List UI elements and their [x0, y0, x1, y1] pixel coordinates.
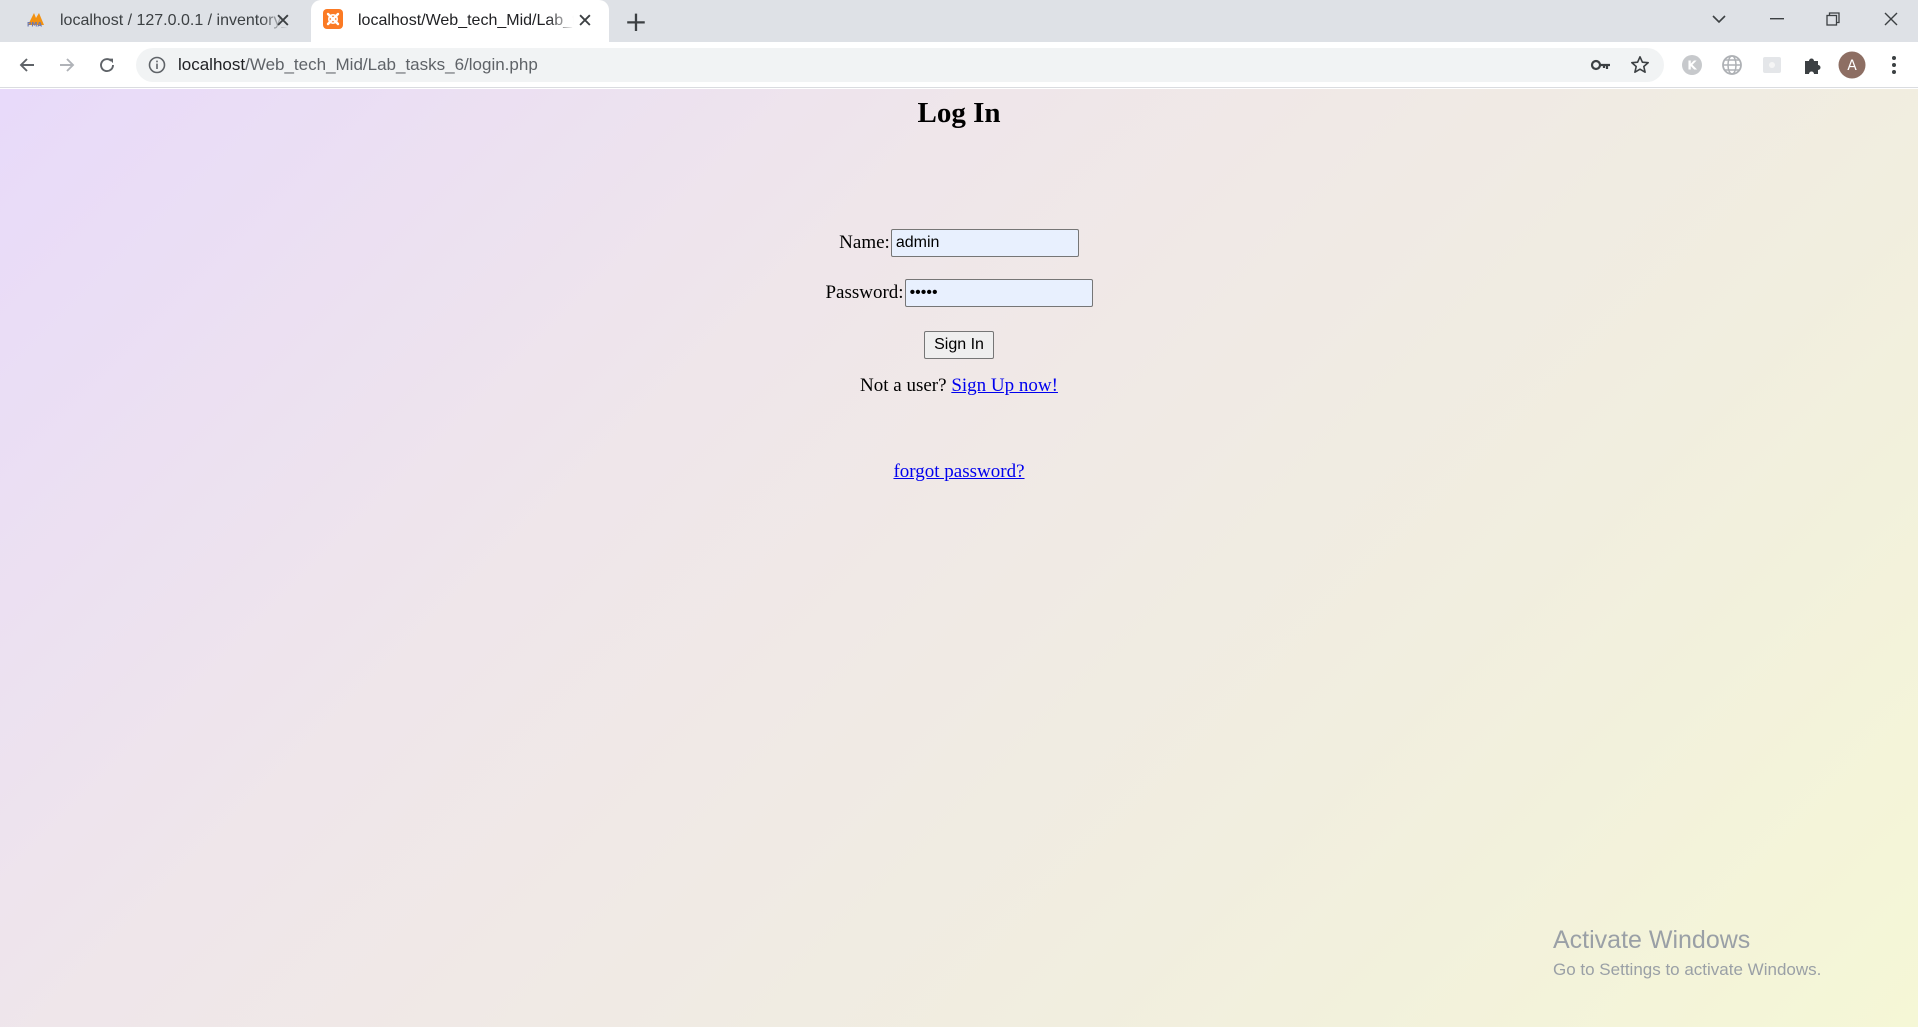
- password-input[interactable]: [904, 279, 1093, 307]
- name-input[interactable]: [890, 229, 1079, 257]
- reload-button[interactable]: [91, 49, 123, 81]
- forgot-password-link[interactable]: forgot password?: [893, 461, 1024, 483]
- phpmyadmin-icon: PMA: [26, 11, 46, 32]
- browser-window: PMA localhost / 127.0.0.1 / inventory_i …: [0, 0, 1918, 1027]
- activate-windows-watermark: Activate Windows Go to Settings to activ…: [1553, 926, 1821, 980]
- address-bar[interactable]: localhost/Web_tech_Mid/Lab_tasks_6/login…: [136, 48, 1664, 82]
- page-viewport: Log In Name: Password: Sign In Not a use…: [0, 89, 1918, 1027]
- close-window-button[interactable]: [1866, 0, 1916, 38]
- url-text[interactable]: localhost/Web_tech_Mid/Lab_tasks_6/login…: [178, 48, 538, 82]
- close-tab-icon[interactable]: ✕: [575, 11, 595, 31]
- chrome-menu-icon[interactable]: [1880, 51, 1908, 79]
- tab-title: localhost / 127.0.0.1 / inventory_i: [60, 12, 288, 29]
- name-label: Name:: [839, 232, 890, 253]
- signin-row: Sign In: [0, 331, 1918, 359]
- password-label: Password:: [825, 282, 904, 303]
- tab-search-chevron-icon[interactable]: [1694, 0, 1744, 38]
- tab-phpmyadmin[interactable]: PMA localhost / 127.0.0.1 / inventory_i …: [0, 0, 307, 42]
- info-icon[interactable]: [148, 56, 166, 78]
- extension-k-icon[interactable]: K: [1678, 51, 1706, 79]
- name-row: Name:: [0, 229, 1918, 257]
- page-title: Log In: [917, 97, 1001, 129]
- signup-prompt: Not a user?: [860, 375, 947, 396]
- minimize-button[interactable]: [1752, 0, 1802, 38]
- globe-extension-icon[interactable]: [1718, 51, 1746, 79]
- browser-toolbar: localhost/Web_tech_Mid/Lab_tasks_6/login…: [0, 42, 1918, 88]
- extension-k-label: K: [1687, 59, 1697, 73]
- watermark-subtitle: Go to Settings to activate Windows.: [1553, 960, 1822, 979]
- watermark-title: Activate Windows: [1553, 926, 1751, 954]
- url-path: /Web_tech_Mid/Lab_tasks_6/login.php: [245, 55, 538, 74]
- close-tab-icon[interactable]: ✕: [273, 11, 293, 31]
- key-icon[interactable]: [1590, 56, 1612, 78]
- sign-in-button[interactable]: Sign In: [924, 331, 994, 359]
- signup-row: Not a user? Sign Up now!: [0, 375, 1918, 397]
- bookmark-star-icon[interactable]: [1630, 55, 1650, 79]
- tab-login[interactable]: localhost/Web_tech_Mid/Lab_tasks_6/login…: [311, 0, 609, 42]
- tab-title: localhost/Web_tech_Mid/Lab_tasks_6/login…: [358, 12, 574, 29]
- tab-strip: PMA localhost / 127.0.0.1 / inventory_i …: [0, 0, 1918, 42]
- svg-text:PMA: PMA: [27, 21, 42, 27]
- back-button[interactable]: [11, 49, 43, 81]
- profile-avatar[interactable]: A: [1838, 51, 1866, 79]
- forgot-row: forgot password?: [0, 461, 1918, 483]
- puzzle-extensions-icon[interactable]: [1798, 51, 1826, 79]
- image-extension-icon[interactable]: [1758, 51, 1786, 79]
- new-tab-button[interactable]: +: [622, 8, 650, 36]
- forward-button[interactable]: [51, 49, 83, 81]
- url-host: localhost: [178, 55, 246, 74]
- restore-button[interactable]: [1808, 0, 1858, 38]
- password-row: Password:: [0, 279, 1918, 307]
- sign-up-link[interactable]: Sign Up now!: [951, 375, 1058, 397]
- xampp-icon: [323, 8, 343, 34]
- profile-initial: A: [1847, 58, 1857, 74]
